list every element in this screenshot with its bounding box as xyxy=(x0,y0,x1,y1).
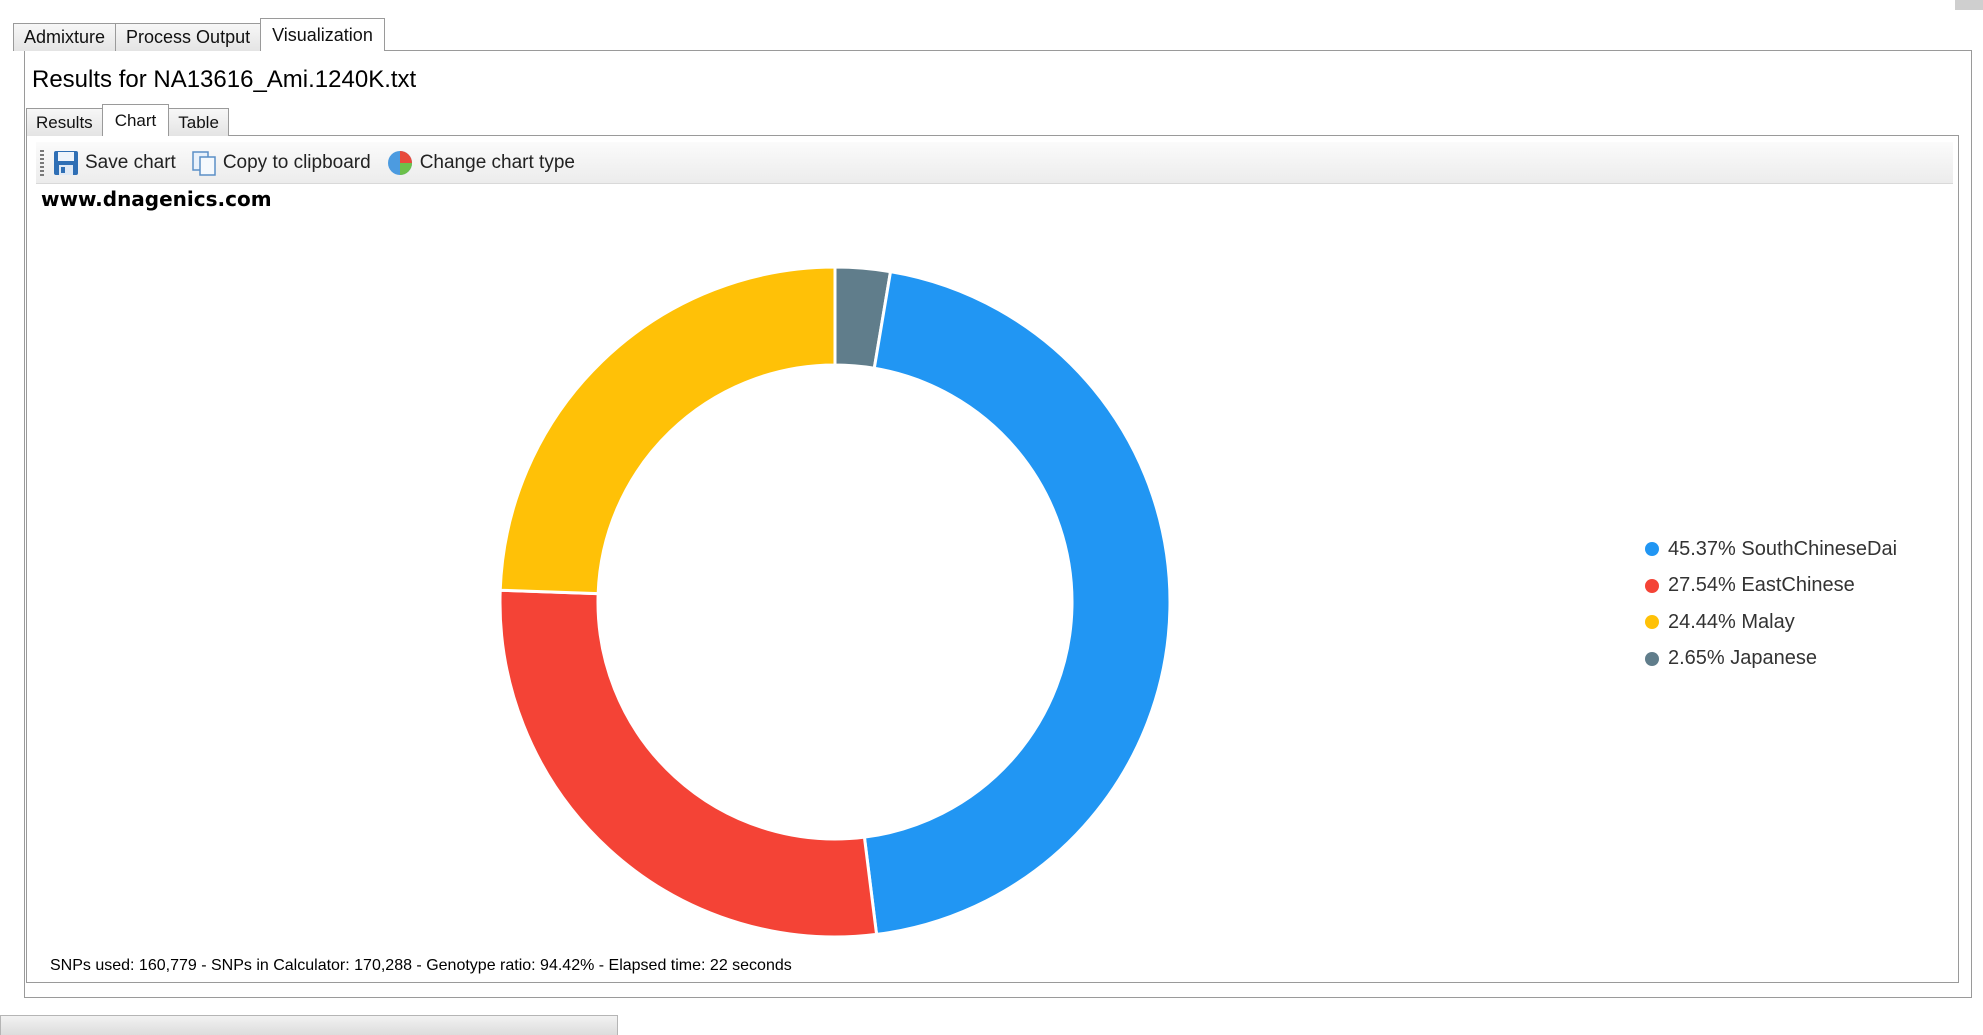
tab-table[interactable]: Table xyxy=(168,108,229,136)
toolbar-grip[interactable] xyxy=(40,149,44,176)
legend-item[interactable]: 24.44% Malay xyxy=(1645,604,1897,641)
results-title: Results for NA13616_Ami.1240K.txt xyxy=(32,66,417,93)
change-chart-type-button[interactable]: Change chart type xyxy=(383,145,577,181)
legend-item[interactable]: 27.54% EastChinese xyxy=(1645,568,1897,605)
watermark: www.dnagenics.com xyxy=(41,187,272,211)
donut-slice-southchinesedai[interactable] xyxy=(862,269,1172,937)
tab-label: Results xyxy=(36,112,93,132)
chart-toolbar: Save chart Copy to clipboard Change char… xyxy=(36,142,1953,184)
tab-admixture[interactable]: Admixture xyxy=(13,23,117,51)
tab-chart[interactable]: Chart xyxy=(101,104,170,136)
legend-marker xyxy=(1645,615,1659,630)
tab-process-output[interactable]: Process Output xyxy=(115,23,262,51)
legend-label: 27.54% EastChinese xyxy=(1668,574,1855,597)
tab-label: Chart xyxy=(114,110,157,130)
chart-legend: 45.37% SouthChineseDai 27.54% EastChines… xyxy=(1645,531,1897,677)
pie-chart-icon xyxy=(387,150,412,175)
tab-label: Admixture xyxy=(24,27,106,47)
tab-visualization[interactable]: Visualization xyxy=(260,18,385,51)
change-chart-type-label: Change chart type xyxy=(419,151,575,173)
main-tabstrip: Admixture Process Output Visualization xyxy=(13,18,385,51)
save-chart-button[interactable]: Save chart xyxy=(50,145,178,181)
cut-off-header-text xyxy=(1140,0,1900,8)
results-tabstrip: Results Chart Table xyxy=(26,104,229,136)
copy-to-clipboard-button[interactable]: Copy to clipboard xyxy=(188,145,373,181)
legend-label: 24.44% Malay xyxy=(1668,610,1795,633)
donut-chart xyxy=(498,265,1172,939)
donut-slice-eastchinese[interactable] xyxy=(498,588,879,939)
floppy-disk-icon xyxy=(54,150,78,175)
copy-icon xyxy=(192,150,216,176)
tab-results[interactable]: Results xyxy=(26,108,103,136)
status-line: SNPs used: 160,779 - SNPs in Calculator:… xyxy=(50,957,792,974)
save-chart-label: Save chart xyxy=(85,151,176,173)
horizontal-scrollbar[interactable] xyxy=(0,1015,618,1035)
donut-slice-malay[interactable] xyxy=(498,265,837,596)
legend-label: 2.65% Japanese xyxy=(1668,647,1818,670)
legend-marker xyxy=(1645,542,1659,557)
legend-marker xyxy=(1645,578,1659,593)
legend-item[interactable]: 2.65% Japanese xyxy=(1645,641,1897,678)
window-edge xyxy=(1955,0,1983,10)
copy-to-clipboard-label: Copy to clipboard xyxy=(222,151,371,173)
tab-label: Process Output xyxy=(126,27,251,47)
legend-marker xyxy=(1645,651,1659,666)
legend-label: 45.37% SouthChineseDai xyxy=(1668,537,1898,560)
legend-item[interactable]: 45.37% SouthChineseDai xyxy=(1645,531,1897,568)
tab-label: Visualization xyxy=(272,24,373,45)
tab-label: Table xyxy=(178,112,219,132)
